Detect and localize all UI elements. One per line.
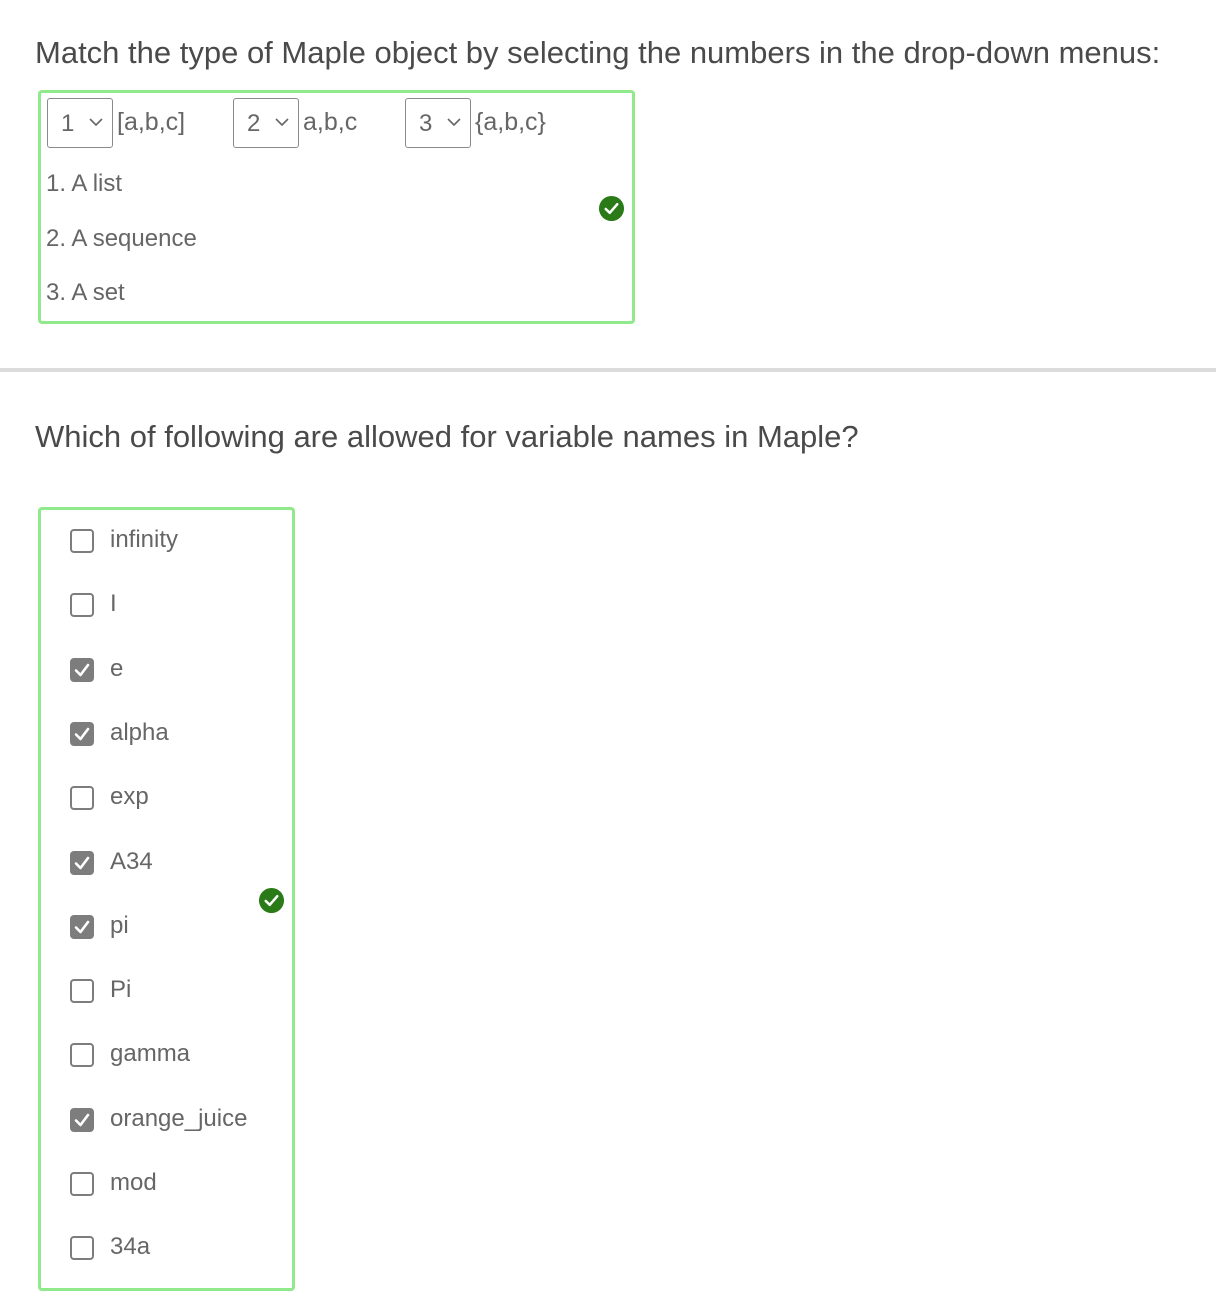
checkbox-label: A34 [110, 848, 153, 875]
checkbox-checked[interactable] [70, 722, 94, 746]
checkbox[interactable] [70, 1043, 94, 1067]
option-line-2: 2. A sequence [46, 225, 197, 252]
correct-check-icon [258, 887, 285, 914]
checkmark-icon [74, 1113, 90, 1127]
question-1-answer-box: 1 [a,b,c] 2 a,b,c 3 {a,b,c} 1. A list 2.… [38, 90, 635, 324]
checkbox-label: orange_juice [110, 1105, 248, 1132]
checkmark-icon [74, 727, 90, 741]
match-expression: {a,b,c} [475, 108, 546, 136]
chevron-down-icon [89, 118, 103, 127]
checkbox-label: Pi [110, 976, 132, 1003]
checkbox[interactable] [70, 979, 94, 1003]
option-line-1: 1. A list [46, 170, 123, 197]
question-2-answer-box: infinity Ie alpha exp A34 pi Pi gamma orange_jui… [38, 507, 295, 1291]
checkmark-icon [74, 856, 90, 870]
option-line-3: 3. A set [46, 279, 125, 306]
chevron-down-icon [447, 118, 461, 127]
checkbox-checked[interactable] [70, 915, 94, 939]
checkbox[interactable] [70, 1172, 94, 1196]
checkbox-label: alpha [110, 719, 169, 746]
checkbox-label: gamma [110, 1040, 191, 1067]
question-2-title: Which of following are allowed for varia… [35, 419, 859, 454]
dropdown-select-2[interactable]: 2 [233, 98, 299, 148]
dropdown-value: 2 [247, 110, 261, 137]
dropdown-value: 1 [61, 110, 75, 137]
checkbox[interactable] [70, 529, 94, 553]
checkbox-label: e [110, 655, 124, 682]
checkbox[interactable] [70, 1236, 94, 1260]
dropdown-select-3[interactable]: 3 [405, 98, 471, 148]
checkbox-label: exp [110, 783, 149, 810]
match-expression: a,b,c [303, 108, 358, 136]
checkbox-label: I [110, 590, 117, 617]
checkbox-checked[interactable] [70, 851, 94, 875]
checkbox-checked[interactable] [70, 658, 94, 682]
match-expression: [a,b,c] [117, 108, 186, 136]
checkmark-icon [74, 920, 90, 934]
correct-check-icon [598, 195, 625, 222]
checkbox-label: mod [110, 1169, 157, 1196]
checkbox-label: infinity [110, 526, 179, 553]
checkbox-label: 34a [110, 1233, 151, 1260]
checkbox-checked[interactable] [70, 1108, 94, 1132]
checkbox-label: pi [110, 912, 129, 939]
chevron-down-icon [275, 118, 289, 127]
checkbox[interactable] [70, 786, 94, 810]
dropdown-value: 3 [419, 110, 433, 137]
checkbox[interactable] [70, 593, 94, 617]
question-1-title: Match the type of Maple object by select… [35, 35, 1161, 70]
checkmark-icon [74, 663, 90, 677]
dropdown-select-1[interactable]: 1 [47, 98, 113, 148]
section-divider [0, 368, 1216, 372]
